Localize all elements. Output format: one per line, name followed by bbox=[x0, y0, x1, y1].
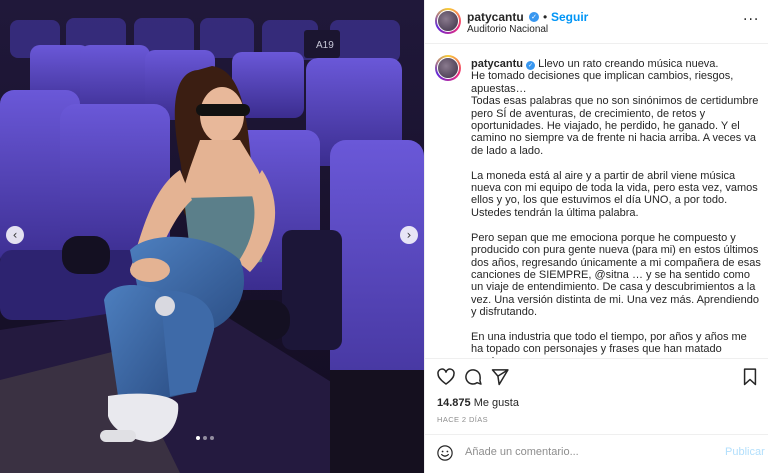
heart-icon[interactable] bbox=[436, 367, 456, 387]
previous-photo-button[interactable]: ‹ bbox=[6, 226, 24, 244]
likes-number: 14.875 bbox=[437, 397, 471, 409]
post-sidebar: patycantu ✓ • Seguir Auditorio Nacional … bbox=[424, 0, 768, 473]
caption-avatar[interactable] bbox=[435, 55, 461, 81]
likes-suffix: Me gusta bbox=[470, 397, 519, 409]
separator: • bbox=[543, 10, 548, 24]
location-link[interactable]: Auditorio Nacional bbox=[467, 24, 548, 35]
author-username[interactable]: patycantu bbox=[467, 10, 524, 24]
avatar[interactable] bbox=[435, 8, 461, 34]
post-photo[interactable]: A19 ‹ › bbox=[0, 0, 424, 473]
post-timestamp[interactable]: HACE 2 DÍAS bbox=[437, 415, 488, 424]
share-icon[interactable] bbox=[490, 367, 510, 387]
comment-composer: Publicar bbox=[425, 434, 768, 469]
carousel-dot bbox=[203, 436, 207, 440]
chevron-right-icon: › bbox=[406, 228, 412, 242]
post-header: patycantu ✓ • Seguir Auditorio Nacional … bbox=[425, 0, 768, 44]
carousel-dot bbox=[196, 436, 200, 440]
verified-badge-icon: ✓ bbox=[529, 12, 539, 22]
publish-button[interactable]: Publicar bbox=[725, 446, 765, 458]
caption-text: patycantu ✓ Llevo un rato creando música… bbox=[471, 58, 761, 358]
caption-username[interactable]: patycantu bbox=[471, 58, 523, 70]
emoji-icon[interactable] bbox=[436, 444, 454, 462]
post-actions: 14.875 Me gusta HACE 2 DÍAS Publicar bbox=[425, 358, 768, 468]
photo-illustration: A19 bbox=[0, 0, 424, 473]
comment-input[interactable] bbox=[465, 446, 705, 458]
caption-section: patycantu ✓ Llevo un rato creando música… bbox=[425, 45, 768, 358]
carousel-dot bbox=[210, 436, 214, 440]
caption-body: Llevo un rato creando música nueva. He t… bbox=[471, 58, 761, 358]
bookmark-icon[interactable] bbox=[741, 367, 759, 387]
next-photo-button[interactable]: › bbox=[400, 226, 418, 244]
carousel-indicator bbox=[196, 436, 214, 440]
verified-badge-icon: ✓ bbox=[526, 61, 536, 70]
likes-count[interactable]: 14.875 Me gusta bbox=[437, 397, 519, 409]
comment-icon[interactable] bbox=[463, 367, 483, 387]
row-label: A19 bbox=[316, 40, 334, 51]
follow-button[interactable]: Seguir bbox=[551, 10, 588, 24]
chevron-left-icon: ‹ bbox=[12, 228, 18, 242]
instagram-post: A19 ‹ › patycantu ✓ • Seguir Auditorio N… bbox=[0, 0, 768, 473]
more-options-icon[interactable]: ··· bbox=[743, 12, 759, 28]
